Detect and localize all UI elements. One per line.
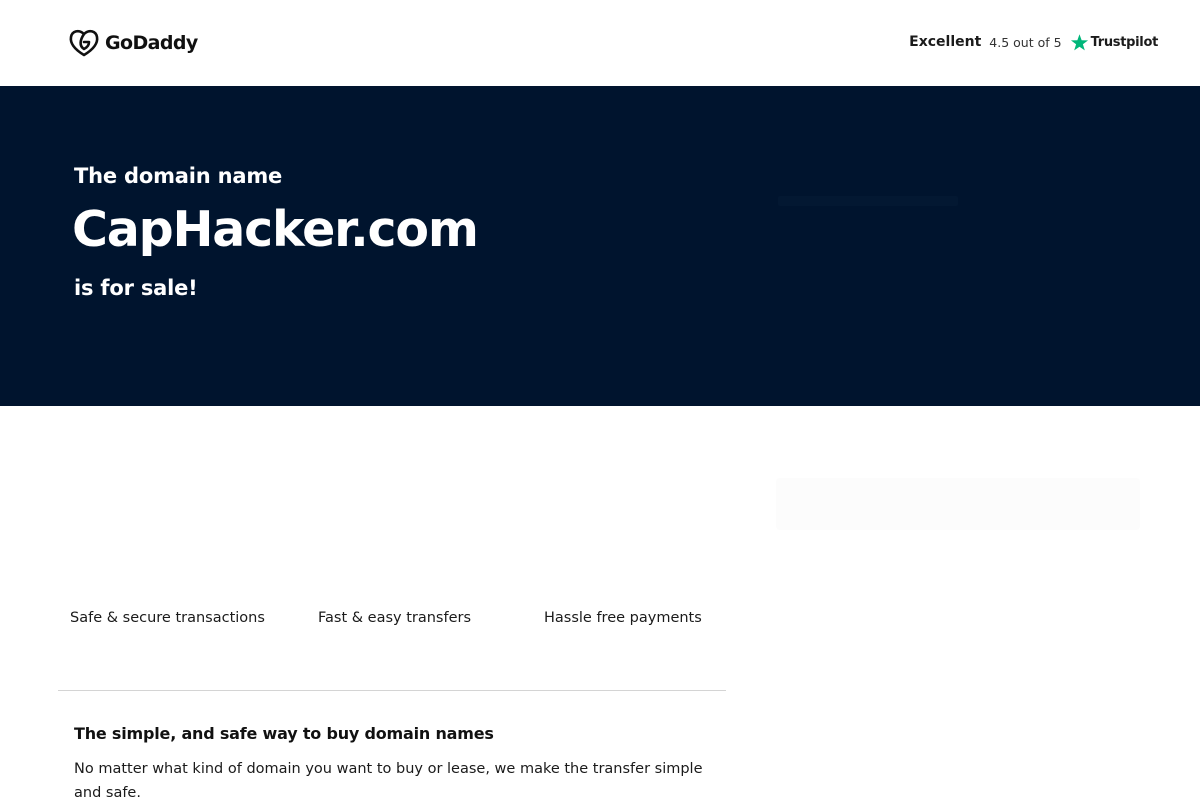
brand-name: GoDaddy <box>105 32 198 54</box>
trustpilot-rating[interactable]: Excellent 4.5 out of 5 Trustpilot <box>909 31 1158 53</box>
feature-safe-secure: Safe & secure transactions <box>70 610 265 626</box>
info-paragraph: No matter what kind of domain you want t… <box>74 761 703 800</box>
domain-name-heading: CapHacker.com <box>72 201 479 258</box>
feature-list: Safe & secure transactions Fast & easy t… <box>58 610 726 636</box>
offer-card-placeholder <box>758 160 1158 800</box>
trustpilot-star-icon <box>1070 33 1088 50</box>
rating-score: 4.5 out of 5 <box>989 34 1062 50</box>
trustpilot-wordmark: Trustpilot <box>1090 34 1159 50</box>
for-sale-text: is for sale! <box>74 276 198 300</box>
godaddy-heart-logo-icon <box>69 29 99 57</box>
feature-fast-transfers: Fast & easy transfers <box>318 610 472 626</box>
section-divider <box>58 690 726 691</box>
info-heading: The simple, and safe way to buy domain n… <box>74 724 494 743</box>
offer-card-ghost-line <box>778 196 958 206</box>
offer-card-ghost-box <box>776 478 1140 530</box>
hero-lead-text: The domain name <box>74 164 283 188</box>
top-header: GoDaddy Excellent 4.5 out of 5 Trustpilo… <box>0 0 1200 86</box>
rating-label: Excellent <box>909 34 982 50</box>
feature-hassle-free-payments: Hassle free payments <box>544 610 702 626</box>
godaddy-logo[interactable]: GoDaddy <box>68 28 198 58</box>
